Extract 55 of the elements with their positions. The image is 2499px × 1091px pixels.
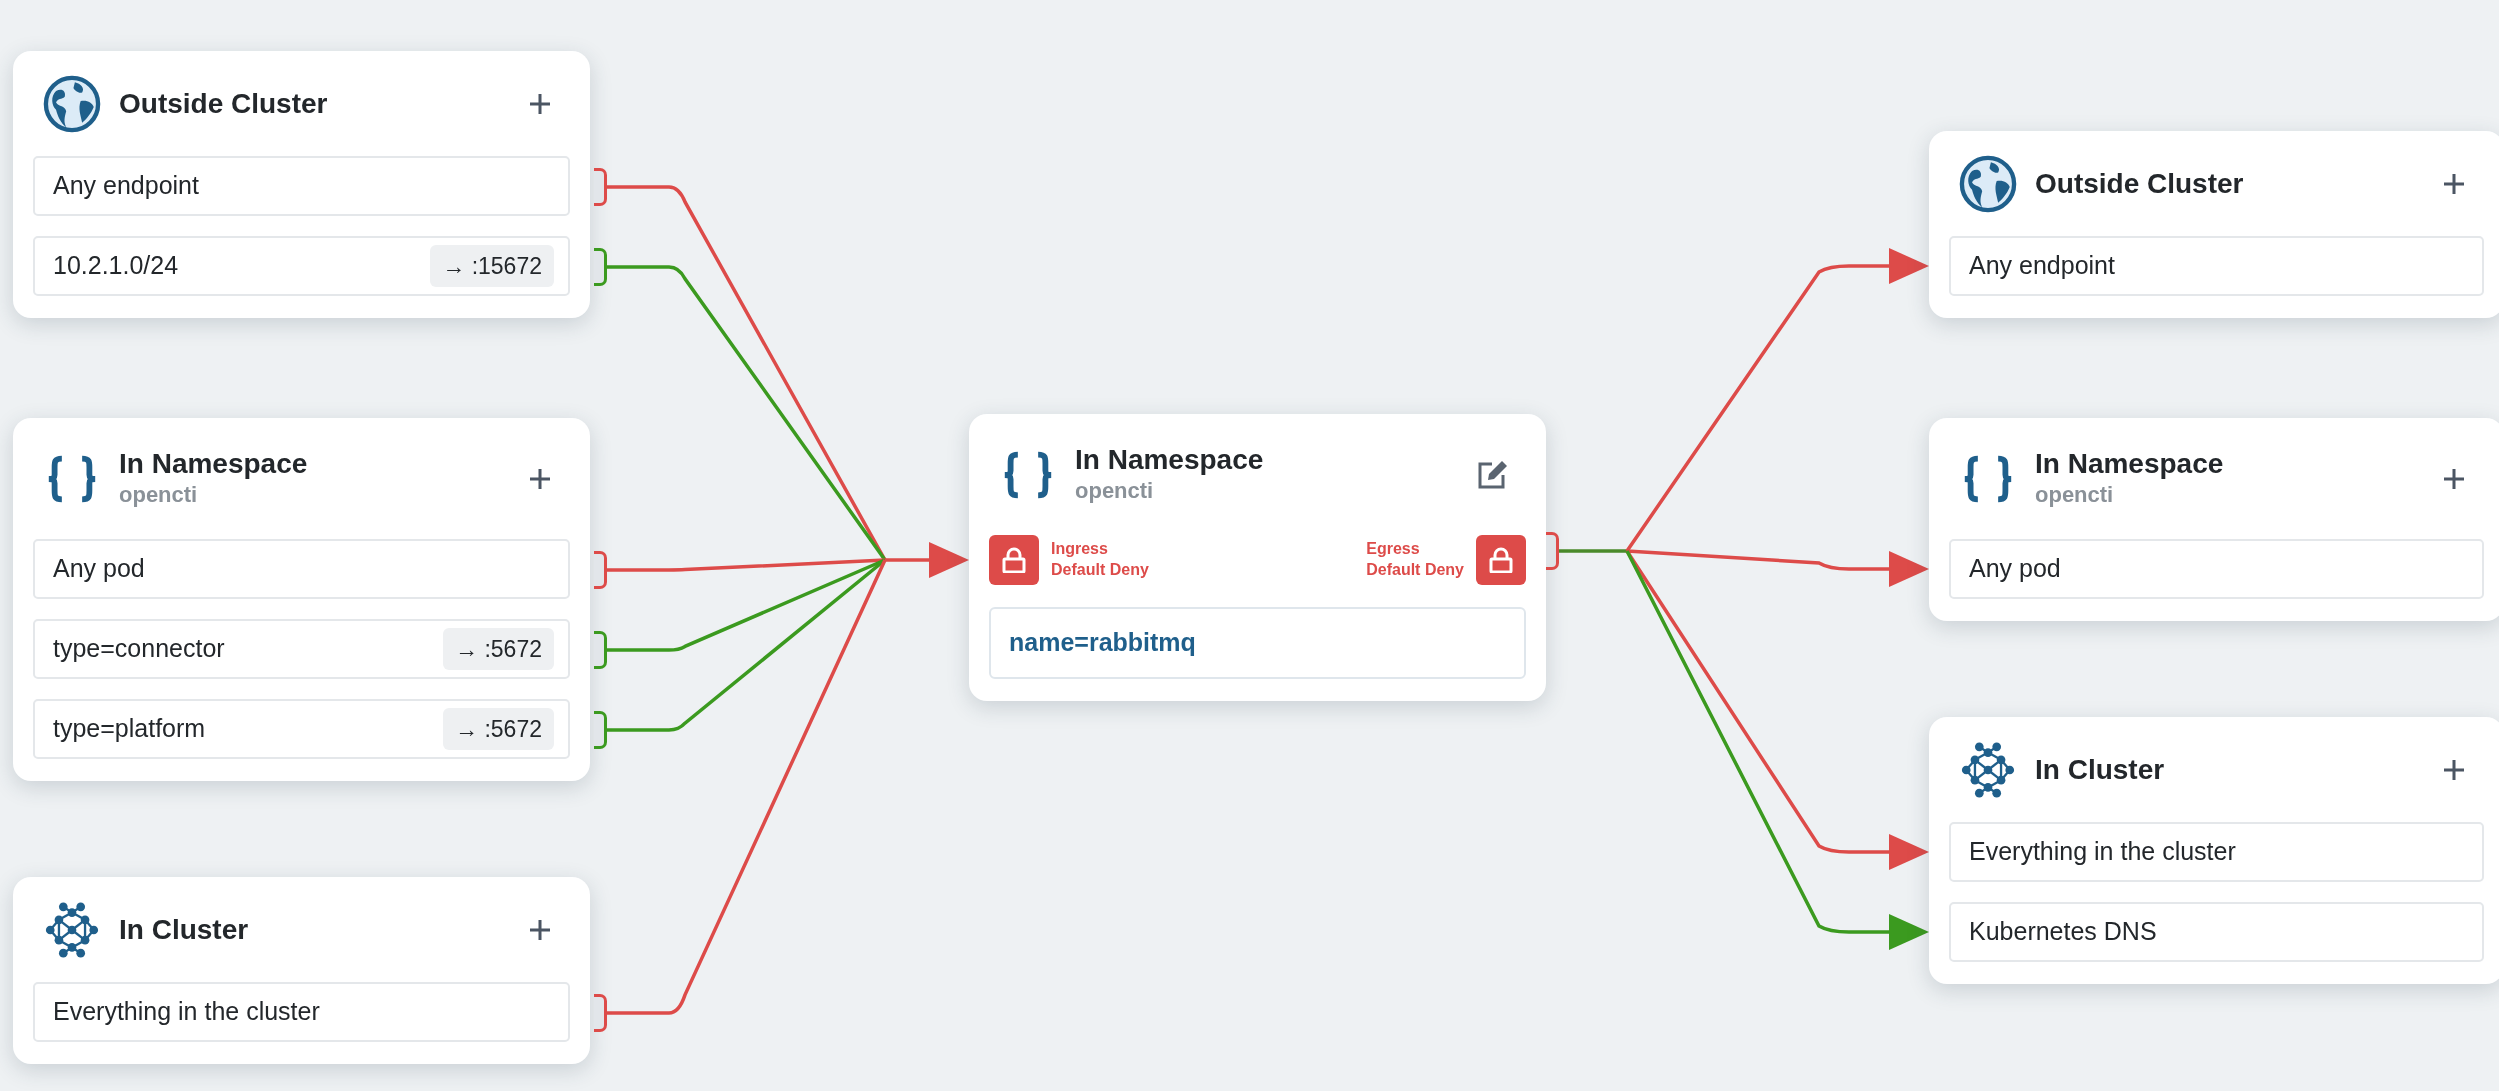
lock-icon bbox=[1002, 547, 1026, 573]
node-title: In Cluster bbox=[2035, 752, 2165, 787]
plus-icon bbox=[528, 917, 552, 942]
rule-label: Any pod bbox=[1969, 553, 2061, 585]
node-title: In Namespace bbox=[2035, 447, 2224, 481]
rule-item[interactable]: Any endpoint bbox=[1949, 236, 2484, 296]
rule-label: Any endpoint bbox=[1969, 250, 2115, 282]
plus-icon bbox=[528, 466, 552, 491]
port-handle[interactable] bbox=[594, 711, 607, 749]
port-tag: → :15672 bbox=[430, 244, 554, 288]
globe-icon bbox=[1959, 154, 2017, 213]
rule-label: 10.2.1.0/24 bbox=[53, 250, 179, 282]
port-tag: → :5672 bbox=[443, 627, 554, 671]
policy-label: Default Deny bbox=[1051, 560, 1149, 580]
edit-icon bbox=[1476, 458, 1508, 491]
rule-label: type=platform bbox=[53, 713, 206, 745]
namespace-name: opencti bbox=[2035, 481, 2115, 509]
network-icon bbox=[1959, 740, 2017, 799]
rule-label: Kubernetes DNS bbox=[1969, 916, 2157, 948]
lock-button[interactable] bbox=[989, 535, 1039, 585]
plus-icon bbox=[2442, 171, 2466, 196]
node-title: In Namespace bbox=[119, 447, 308, 481]
policy-label: Egress bbox=[1366, 539, 1421, 560]
node-title: In Namespace bbox=[1075, 443, 1264, 477]
port-tag: → :5672 bbox=[443, 707, 554, 751]
rule-label: Any pod bbox=[53, 553, 145, 585]
node-title: Outside Cluster bbox=[2035, 166, 2244, 201]
rule-item[interactable]: Kubernetes DNS bbox=[1949, 902, 2484, 962]
rule-item[interactable]: Any pod bbox=[1949, 539, 2484, 599]
policy-label: Ingress bbox=[1051, 539, 1109, 560]
selector-label[interactable]: name=rabbitmq bbox=[989, 607, 1526, 679]
rule-label: Everything in the cluster bbox=[53, 996, 320, 1028]
port-handle[interactable] bbox=[594, 631, 607, 669]
port-handle[interactable] bbox=[594, 248, 607, 286]
namespace-name: opencti bbox=[1075, 477, 1155, 505]
node-title: Outside Cluster bbox=[119, 86, 328, 121]
rule-item[interactable]: Everything in the cluster bbox=[1949, 822, 2484, 882]
port-handle[interactable] bbox=[594, 551, 607, 589]
plus-icon bbox=[528, 91, 552, 116]
rule-label: type=connector bbox=[53, 633, 225, 665]
rule-label: Everything in the cluster bbox=[1969, 836, 2236, 868]
plus-icon bbox=[2442, 466, 2466, 491]
network-icon bbox=[43, 900, 101, 959]
lock-button[interactable] bbox=[1476, 535, 1526, 585]
rule-label: Any endpoint bbox=[53, 170, 199, 202]
port-handle[interactable] bbox=[1546, 532, 1559, 570]
connector-trunk bbox=[1559, 549, 1627, 553]
plus-icon bbox=[2442, 757, 2466, 782]
port-handle[interactable] bbox=[594, 168, 607, 206]
node-title: In Cluster bbox=[119, 912, 249, 947]
lock-icon bbox=[1489, 547, 1513, 573]
globe-icon bbox=[43, 74, 101, 133]
port-handle[interactable] bbox=[594, 994, 607, 1032]
policy-label: Default Deny bbox=[1366, 560, 1464, 580]
namespace-name: opencti bbox=[119, 481, 199, 509]
